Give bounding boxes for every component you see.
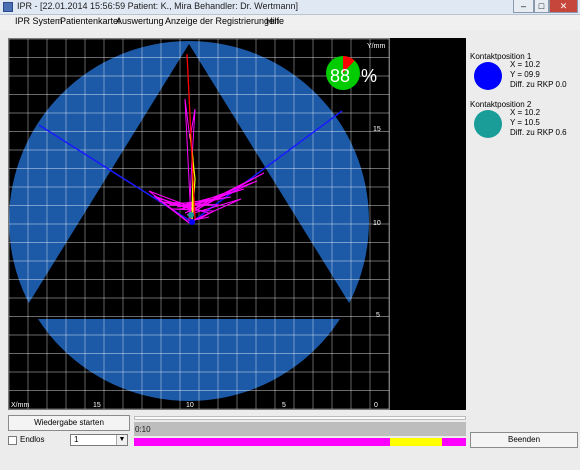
- contact-2-dot: [474, 110, 502, 138]
- menu-patientenkartei[interactable]: Patientenkartei: [60, 16, 120, 26]
- y-tick-5: 5: [376, 312, 380, 319]
- maximize-button[interactable]: □: [534, 0, 549, 13]
- close-button[interactable]: ✕: [549, 0, 578, 13]
- menu-anzeige-registrierungen[interactable]: Anzeige der Registrierungen: [165, 16, 279, 26]
- timeline-bar-magenta: [134, 438, 390, 446]
- registration-plot: 88 % Y/mm X/mm 15 10 5 15 10 5 0: [8, 38, 390, 410]
- menu-ipr-system[interactable]: IPR System: [15, 16, 63, 26]
- x-tick-10: 10: [186, 402, 194, 409]
- percent-value: 88: [330, 66, 350, 86]
- contact-marker-2: [188, 212, 194, 218]
- timeline-bar-yellow: [390, 438, 442, 446]
- contact-2-diff: Diff. zu RKP 0.6: [510, 128, 567, 137]
- play-button[interactable]: Wiedergabe starten: [8, 415, 130, 431]
- right-panel-strip: [390, 38, 466, 410]
- percent-sign: %: [361, 66, 377, 86]
- loop-label: Endlos: [20, 435, 45, 444]
- x-tick-0: 0: [374, 402, 378, 409]
- contact-2-x: X = 10.2: [510, 108, 541, 117]
- contact-1-x: X = 10.2: [510, 60, 541, 69]
- y-axis-label: Y/mm: [367, 43, 385, 50]
- contact-2-y: Y = 10.5: [510, 118, 540, 127]
- timeline: [134, 422, 466, 436]
- timeline-bar-magenta-end: [442, 438, 466, 446]
- contact-1-y: Y = 09.9: [510, 70, 540, 79]
- x-tick-15: 15: [93, 402, 101, 409]
- time-label: 0:10: [135, 425, 151, 434]
- y-tick-15: 15: [373, 126, 381, 133]
- plot-canvas: 88 % Y/mm X/mm 15 10 5 15 10 5 0: [9, 39, 389, 409]
- plot-grid: [9, 39, 389, 409]
- loop-count-value: 1: [74, 435, 79, 444]
- app-icon: [3, 2, 13, 12]
- playback-slider[interactable]: [134, 416, 466, 420]
- x-axis-label: X/mm: [11, 402, 29, 409]
- loop-count-select[interactable]: 1 ▼: [70, 434, 128, 446]
- minimize-button[interactable]: –: [513, 0, 534, 13]
- menu-bar: IPR System Patientenkartei Auswertung An…: [0, 15, 580, 30]
- window-title: IPR - [22.01.2014 15:56:59 Patient: K., …: [17, 1, 298, 11]
- menu-hilfe[interactable]: Hilfe: [266, 16, 284, 26]
- menu-auswertung[interactable]: Auswertung: [116, 16, 164, 26]
- end-button[interactable]: Beenden: [470, 432, 578, 448]
- contact-1-diff: Diff. zu RKP 0.0: [510, 80, 567, 89]
- title-bar: IPR - [22.01.2014 15:56:59 Patient: K., …: [0, 0, 580, 15]
- contact-marker-1: [189, 219, 195, 225]
- contact-1-dot: [474, 62, 502, 90]
- x-tick-5: 5: [282, 402, 286, 409]
- y-tick-10: 10: [373, 220, 381, 227]
- chevron-down-icon[interactable]: ▼: [116, 435, 127, 445]
- loop-checkbox[interactable]: [8, 436, 17, 445]
